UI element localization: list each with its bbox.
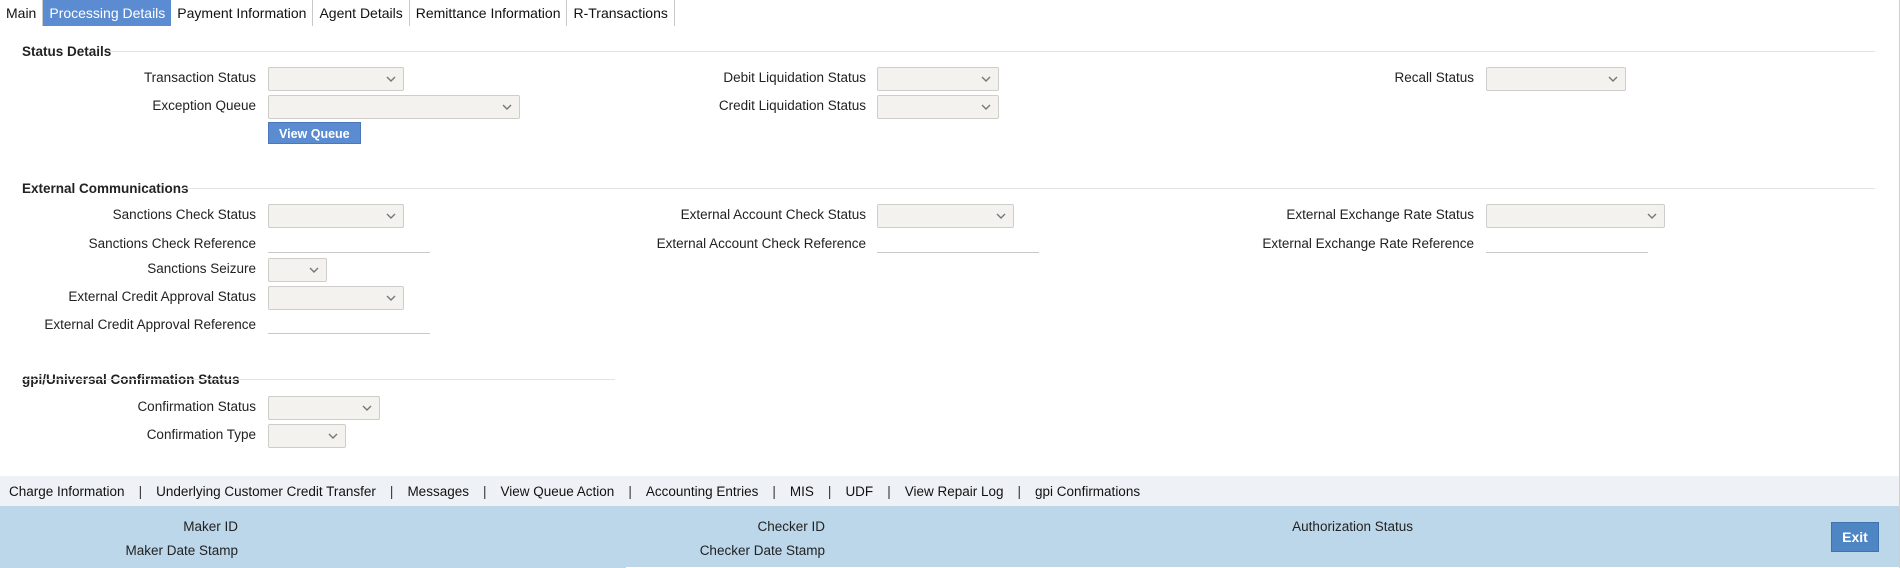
link-separator: | [887, 483, 891, 499]
section-title-status-details: Status Details [22, 44, 112, 59]
audit-bar: Maker ID Maker Date Stamp Checker ID Che… [0, 506, 1899, 568]
debit-liquidation-status-select[interactable] [877, 67, 999, 91]
chevron-down-icon [308, 264, 320, 276]
credit-liquidation-status-select[interactable] [877, 95, 999, 119]
sanctions-check-status-select[interactable] [268, 204, 404, 228]
tab-agent-details[interactable]: Agent Details [313, 0, 410, 26]
chevron-down-icon [361, 402, 373, 414]
footer-link-bar: Charge Information | Underlying Customer… [0, 476, 1899, 506]
credit-liquidation-status-label: Credit Liquidation Status [718, 98, 866, 113]
link-separator: | [628, 483, 632, 499]
maker-date-stamp-label: Maker Date Stamp [125, 543, 238, 558]
chevron-down-icon [501, 101, 513, 113]
tab-bar: Main Processing Details Payment Informat… [0, 0, 675, 28]
confirmation-type-label: Confirmation Type [146, 427, 256, 442]
section-title-external-communications: External Communications [22, 181, 189, 196]
authorization-status-label: Authorization Status [1292, 519, 1413, 534]
sanctions-seizure-label: Sanctions Seizure [147, 261, 256, 276]
external-account-check-status-label: External Account Check Status [680, 207, 866, 222]
chevron-down-icon [980, 73, 992, 85]
external-credit-approval-status-select[interactable] [268, 286, 404, 310]
section-rule [182, 188, 1875, 189]
link-charge-information[interactable]: Charge Information [9, 484, 125, 499]
checker-id-label: Checker ID [757, 519, 825, 534]
link-messages[interactable]: Messages [407, 484, 469, 499]
link-view-repair-log[interactable]: View Repair Log [905, 484, 1004, 499]
recall-status-label: Recall Status [1394, 70, 1474, 85]
link-mis[interactable]: MIS [790, 484, 814, 499]
external-exchange-rate-reference-label: External Exchange Rate Reference [1262, 236, 1474, 251]
chevron-down-icon [385, 210, 397, 222]
external-credit-approval-reference-label: External Credit Approval Reference [44, 317, 256, 332]
transaction-status-select[interactable] [268, 67, 404, 91]
link-gpi-confirmations[interactable]: gpi Confirmations [1035, 484, 1140, 499]
confirmation-status-label: Confirmation Status [137, 399, 256, 414]
maker-id-label: Maker ID [183, 519, 238, 534]
sanctions-seizure-select[interactable] [268, 258, 327, 282]
external-credit-approval-reference-field[interactable] [268, 314, 430, 334]
chevron-down-icon [980, 101, 992, 113]
external-exchange-rate-status-select[interactable] [1486, 204, 1665, 228]
tab-remittance-information[interactable]: Remittance Information [410, 0, 568, 26]
chevron-down-icon [1646, 210, 1658, 222]
tab-main[interactable]: Main [0, 0, 44, 26]
exit-button[interactable]: Exit [1831, 522, 1879, 552]
link-separator: | [482, 483, 487, 499]
sanctions-check-status-label: Sanctions Check Status [112, 207, 256, 222]
chevron-down-icon [327, 430, 339, 442]
confirmation-type-select[interactable] [268, 424, 346, 448]
sanctions-check-reference-field[interactable] [268, 233, 430, 253]
view-queue-button[interactable]: View Queue [268, 122, 361, 144]
link-accounting-entries[interactable]: Accounting Entries [646, 484, 759, 499]
chevron-down-icon [385, 292, 397, 304]
chevron-down-icon [1607, 73, 1619, 85]
link-separator: | [138, 483, 143, 499]
link-separator: | [1017, 483, 1022, 499]
section-rule [22, 379, 615, 380]
link-separator: | [772, 483, 776, 499]
external-account-check-status-select[interactable] [877, 204, 1014, 228]
external-account-check-reference-label: External Account Check Reference [656, 236, 866, 251]
external-account-check-reference-field[interactable] [877, 233, 1039, 253]
link-udf[interactable]: UDF [845, 484, 873, 499]
chevron-down-icon [995, 210, 1007, 222]
recall-status-select[interactable] [1486, 67, 1626, 91]
link-separator: | [389, 483, 394, 499]
external-exchange-rate-reference-field[interactable] [1486, 233, 1648, 253]
tab-r-transactions[interactable]: R-Transactions [567, 0, 675, 26]
exception-queue-select[interactable] [268, 95, 520, 119]
section-rule [110, 51, 1875, 52]
tab-processing-details[interactable]: Processing Details [43, 0, 172, 26]
sanctions-check-reference-label: Sanctions Check Reference [88, 236, 256, 251]
external-exchange-rate-status-label: External Exchange Rate Status [1286, 207, 1474, 222]
chevron-down-icon [385, 73, 397, 85]
link-separator: | [827, 483, 832, 499]
link-underlying-customer-credit-transfer[interactable]: Underlying Customer Credit Transfer [156, 484, 376, 499]
link-view-queue-action[interactable]: View Queue Action [500, 484, 614, 499]
checker-date-stamp-label: Checker Date Stamp [699, 543, 825, 558]
exception-queue-label: Exception Queue [152, 98, 256, 113]
debit-liquidation-status-label: Debit Liquidation Status [723, 70, 866, 85]
transaction-status-label: Transaction Status [143, 70, 256, 85]
tab-payment-information[interactable]: Payment Information [171, 0, 314, 26]
external-credit-approval-status-label: External Credit Approval Status [68, 289, 256, 304]
confirmation-status-select[interactable] [268, 396, 380, 420]
